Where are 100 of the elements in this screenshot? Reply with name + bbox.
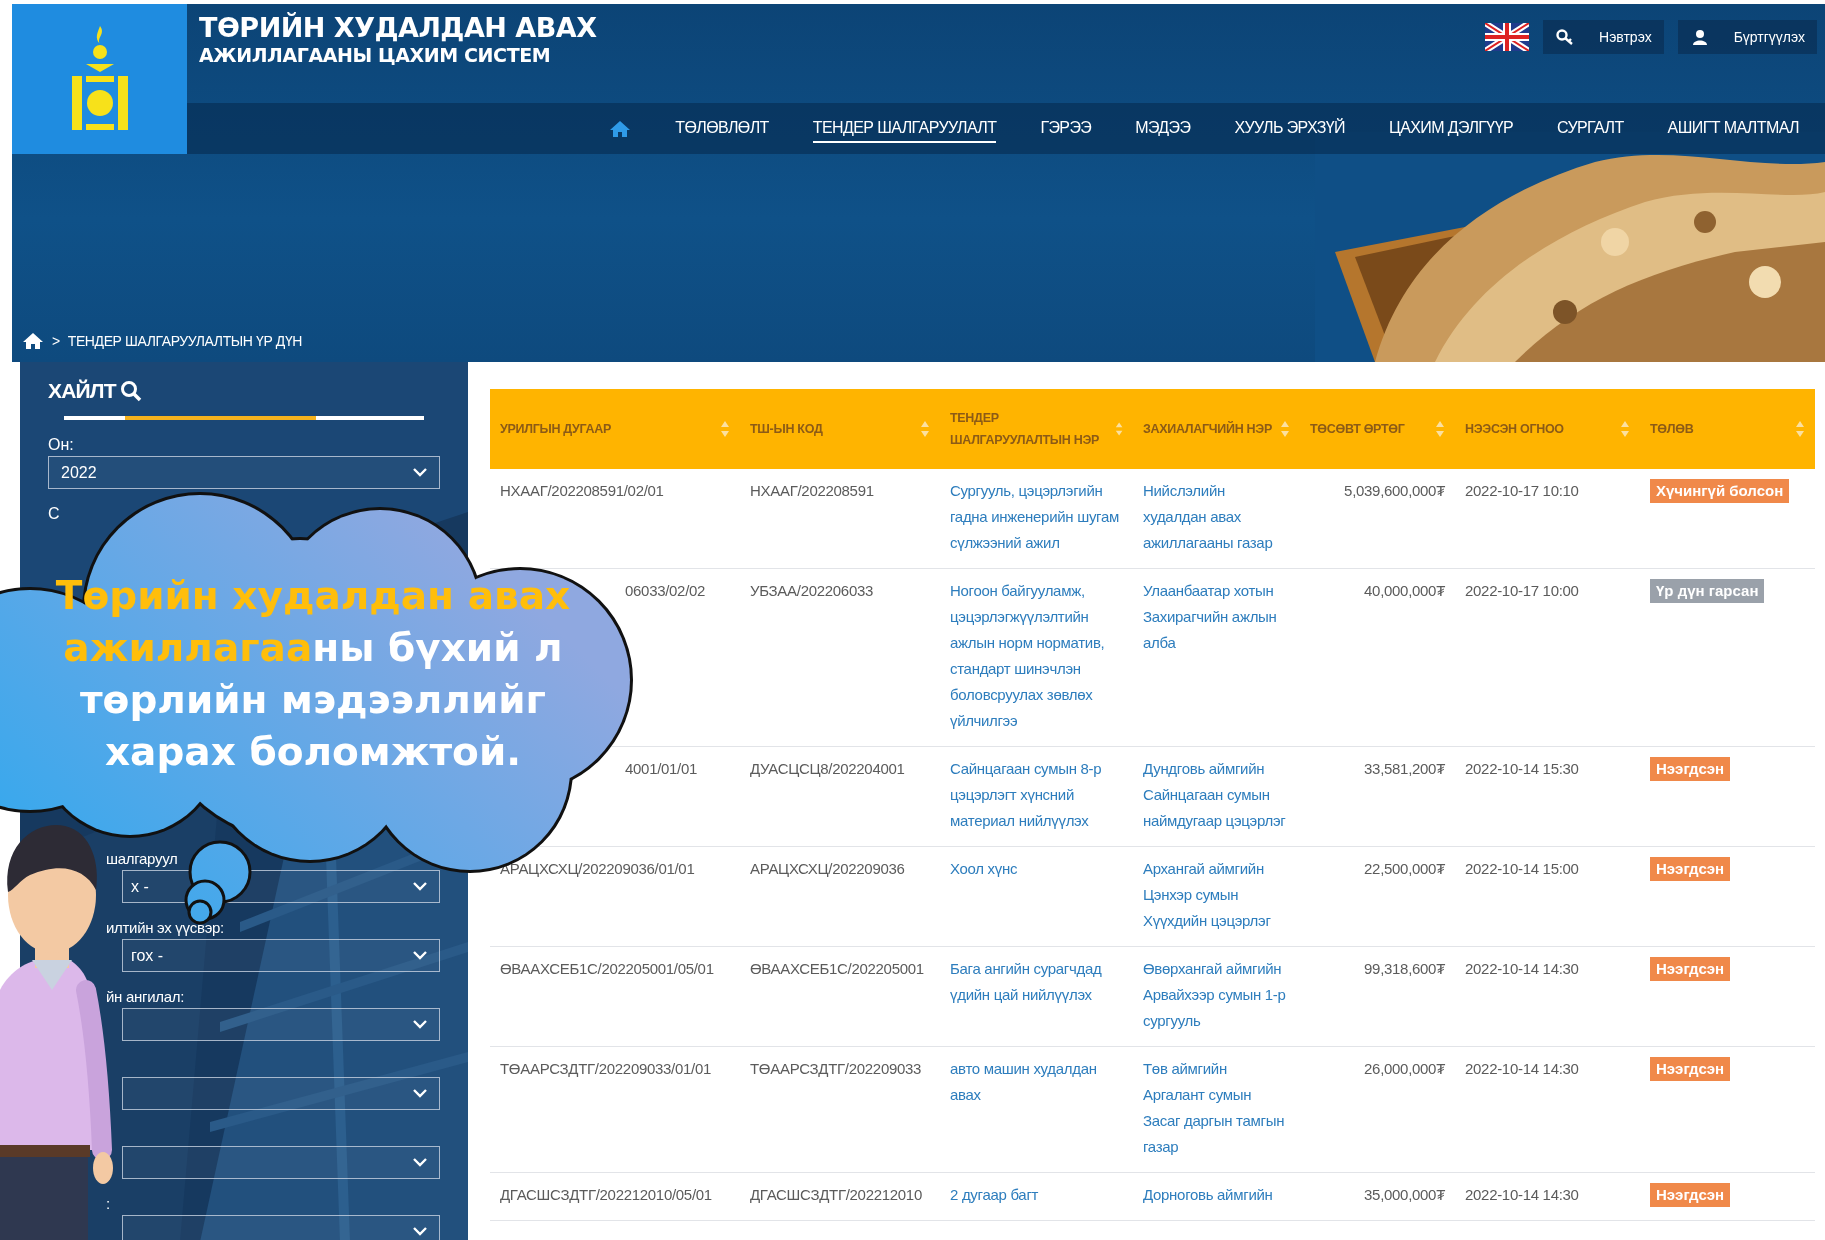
- flag-icon[interactable]: [1485, 23, 1530, 51]
- search-heading: ХАЙЛТ: [48, 379, 116, 403]
- column-header[interactable]: ТЕНДЕР ШАЛГАРУУЛАЛТЫН НЭР: [940, 389, 1133, 469]
- table-cell-text: 5,039,600,000₮: [1344, 481, 1445, 501]
- table-cell-text: 2022-10-17 10:10: [1465, 481, 1579, 501]
- home-icon[interactable]: [22, 332, 44, 350]
- customer-link[interactable]: Дундговь аймгийн Сайнцагаан сумын наймдугаар цэцэрлэг: [1143, 756, 1290, 834]
- column-header[interactable]: НЭЭСЭН ОГНОО: [1455, 389, 1640, 469]
- status-badge: Нээгдсэн: [1650, 1057, 1731, 1081]
- tender-link[interactable]: Хоол хүнс: [950, 856, 1018, 882]
- customer-link[interactable]: Дорноговь аймгийн: [1143, 1182, 1273, 1208]
- dropdown-field[interactable]: 2022: [48, 456, 440, 489]
- site-subtitle: АЖИЛЛАГААНЫ ЦАХИМ СИСТЕМ: [199, 44, 552, 66]
- status-badge: Нээгдсэн: [1650, 757, 1731, 781]
- field-label: шалгаруул: [106, 849, 178, 869]
- field-label: Он:: [48, 435, 74, 455]
- table-cell-text: 2022-10-17 10:00: [1465, 581, 1579, 601]
- dropdown-field[interactable]: [122, 1146, 440, 1179]
- dropdown-field[interactable]: [122, 1077, 440, 1110]
- table-cell-text: 2022-10-14 14:30: [1465, 959, 1579, 979]
- tender-link[interactable]: 2 дугаар багт: [950, 1182, 1039, 1208]
- table-cell-text: 40,000,000₮: [1364, 581, 1445, 601]
- home-icon[interactable]: [609, 119, 632, 138]
- callout-text: Төрийн худалдан авах ажиллагааны бүхий л төрлийн мэдээллийг харах боломжтой.: [54, 572, 572, 776]
- sort-icon: [1280, 420, 1290, 438]
- status-badge: Үр дүн гарсан: [1650, 579, 1765, 603]
- status-badge: Нээгдсэн: [1650, 957, 1731, 981]
- table-cell-text: УБЗАА/202206033: [750, 581, 874, 601]
- site-title: ТӨРИЙН ХУДАЛДАН АВАХ: [199, 12, 597, 44]
- table-cell-text: 2022-10-14 14:30: [1465, 1059, 1579, 1079]
- field-label: илтийн эх үүсвэр:: [106, 918, 224, 938]
- table-cell-text: НХААГ/202208591/02/01: [500, 481, 664, 501]
- chevron-icon: [413, 1020, 427, 1029]
- field-label: :: [106, 1194, 110, 1214]
- table-cell-text: 99,318,600₮: [1364, 959, 1445, 979]
- tender-link[interactable]: Бага ангийн сурагчдад үдийн цай нийлүүлэх: [950, 956, 1123, 1008]
- table-cell-text: 26,000,000₮: [1364, 1059, 1445, 1079]
- customer-link[interactable]: Нийслэлийн худалдан авах ажиллагааны газар: [1143, 478, 1290, 556]
- chevron-icon: [413, 1158, 427, 1167]
- key-icon: [1556, 29, 1575, 45]
- sort-icon: [1795, 420, 1805, 438]
- table-cell-text: 06033/02/02: [625, 581, 706, 601]
- sort-icon: [720, 420, 730, 438]
- breadcrumb-current: ТЕНДЕР ШАЛГАРУУЛАЛТЫН ҮР ДҮН: [67, 333, 302, 349]
- nav-tab[interactable]: ТЕНДЕР ШАЛГАРУУЛАЛТ: [812, 114, 997, 143]
- table-cell-text: 4001/01/01: [625, 759, 698, 779]
- nav-tab[interactable]: ГЭРЭЭ: [1040, 114, 1092, 143]
- chevron-icon: [413, 882, 427, 891]
- column-header[interactable]: ТШ-ЫН КОД: [740, 389, 940, 469]
- nav-tab[interactable]: ХУУЛЬ ЭРХЗҮЙ: [1234, 114, 1345, 143]
- column-header[interactable]: УРИЛГЫН ДУГААР: [490, 389, 740, 469]
- table-cell-text: ТӨААРСЗДТГ/202209033: [750, 1059, 922, 1079]
- tender-link[interactable]: авто машин худалдан авах: [950, 1056, 1123, 1108]
- status-badge: Нээгдсэн: [1650, 857, 1731, 881]
- column-header[interactable]: ТӨЛӨВ: [1640, 389, 1815, 469]
- field-label: йн ангилал:: [106, 987, 185, 1007]
- customer-link[interactable]: Улаанбаатар хотын Захирагчийн ажлын алба: [1143, 578, 1290, 656]
- nav-tab[interactable]: ТӨЛӨВЛӨЛТ: [675, 114, 769, 143]
- customer-link[interactable]: Архангай аймгийн Цэнхэр сумын Хүүхдийн цэцэрлэг: [1143, 856, 1290, 934]
- sort-icon: [1620, 420, 1630, 438]
- status-badge: Нээгдсэн: [1650, 1183, 1731, 1207]
- field-label: С: [48, 504, 60, 524]
- customer-link[interactable]: Төв аймгийн Аргалант сумын Засаг даргын тамгын газар: [1143, 1056, 1290, 1160]
- table-cell-text: ТӨААРСЗДТГ/202209033/01/01: [500, 1059, 711, 1079]
- dropdown-field[interactable]: [122, 1215, 440, 1240]
- nav-tab[interactable]: МЭДЭЭ: [1135, 114, 1191, 143]
- table-cell-text: АРАЦХСХЦ/202209036: [750, 859, 905, 879]
- table-cell-text: ДГАСШСЗДТГ/202212010: [750, 1185, 922, 1205]
- table-cell-text: 2022-10-14 14:30: [1465, 1185, 1579, 1205]
- sort-icon: [1114, 420, 1123, 438]
- dropdown-field[interactable]: гох -: [122, 939, 440, 972]
- search-icon: [119, 380, 142, 402]
- column-header[interactable]: ЗАХИАЛАГЧИЙН НЭР: [1133, 389, 1300, 469]
- table-cell-text: 2022-10-14 15:30: [1465, 759, 1579, 779]
- sort-icon: [1435, 420, 1445, 438]
- table-cell-text: ДГАСШСЗДТГ/202212010/05/01: [500, 1185, 712, 1205]
- table-cell-text: АРАЦХСХЦ/202209036/01/01: [500, 859, 695, 879]
- customer-link[interactable]: Өвөрхангай аймгийн Арвайхээр сумын 1-р сургууль: [1143, 956, 1290, 1034]
- table-cell-text: 35,000,000₮: [1364, 1185, 1445, 1205]
- chevron-icon: [413, 1089, 427, 1098]
- chevron-icon: [413, 951, 427, 960]
- tender-link[interactable]: Сайнцагаан сумын 8-р цэцэрлэгт хүнсний материал нийлүүлэх: [950, 756, 1123, 834]
- register-button[interactable]: Бүртгүүлэх: [1677, 20, 1817, 54]
- dropdown-field[interactable]: [122, 1008, 440, 1041]
- table-cell-text: ӨВААХСЕБ1С/202205001: [750, 959, 924, 979]
- breadcrumb-separator: >: [52, 333, 60, 349]
- table-cell-text: ӨВААХСЕБ1С/202205001/05/01: [500, 959, 714, 979]
- emblem-logo[interactable]: [12, 4, 187, 154]
- table-cell-text: 33,581,200₮: [1364, 759, 1445, 779]
- tender-link[interactable]: Ногоон байгууламж, цэцэрлэгжүүлэлтийн ажлын норм норматив, стандарт шинэчлэн боловсруулах зөвлөх үйлчилгээ: [950, 578, 1123, 734]
- column-header[interactable]: ТӨСӨВТ ӨРТӨГ: [1300, 389, 1455, 469]
- user-icon: [1691, 29, 1708, 45]
- nav-tab[interactable]: ЦАХИМ ДЭЛГҮҮР: [1388, 114, 1514, 143]
- nav-tab[interactable]: АШИГТ МАЛТМАЛ: [1667, 114, 1799, 143]
- chevron-icon: [413, 1227, 427, 1236]
- tender-link[interactable]: Сургууль, цэцэрлэгийн гадна инженерийн шугам сүлжээний ажил: [950, 478, 1123, 556]
- chevron-icon: [413, 468, 427, 477]
- table-cell-text: НХААГ/202208591: [750, 481, 874, 501]
- nav-tab[interactable]: СУРГАЛТ: [1557, 114, 1624, 143]
- login-button[interactable]: Нэвтрэх: [1543, 20, 1664, 54]
